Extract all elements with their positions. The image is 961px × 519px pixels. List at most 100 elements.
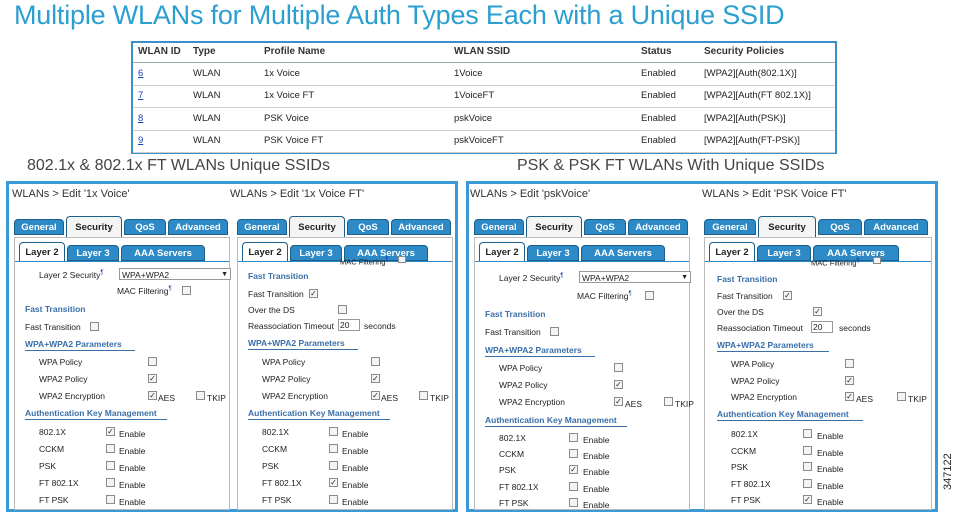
tkip-checkbox[interactable] xyxy=(419,391,428,400)
tab-layer3[interactable]: Layer 3 xyxy=(757,245,811,261)
tab-advanced[interactable]: Advanced xyxy=(168,219,228,235)
tab-security[interactable]: Security xyxy=(289,216,345,237)
wpa2-policy-checkbox[interactable]: ✓ xyxy=(845,376,854,385)
tab-general[interactable]: General xyxy=(704,219,756,235)
reassoc-timeout-input[interactable]: 20 xyxy=(338,319,360,331)
fast-transition-checkbox[interactable] xyxy=(550,327,559,336)
aes-checkbox[interactable]: ✓ xyxy=(614,397,623,406)
akm-checkbox[interactable] xyxy=(106,495,115,504)
akm-checkbox[interactable] xyxy=(106,478,115,487)
tab-qos[interactable]: QoS xyxy=(124,219,166,235)
wlan-id-link[interactable]: 9 xyxy=(138,135,143,146)
section-fast-transition: Fast Transition xyxy=(248,271,309,281)
tkip-checkbox[interactable] xyxy=(196,391,205,400)
tab-aaa-servers[interactable]: AAA Servers xyxy=(581,245,665,261)
fast-transition-checkbox[interactable]: ✓ xyxy=(783,291,792,300)
akm-checkbox[interactable]: ✓ xyxy=(569,465,578,474)
mac-filtering-checkbox[interactable] xyxy=(873,257,881,264)
type-cell: WLAN xyxy=(193,90,221,101)
enable-label: Enable xyxy=(583,484,610,494)
tab-qos[interactable]: QoS xyxy=(584,219,626,235)
tab-advanced[interactable]: Advanced xyxy=(628,219,688,235)
enable-label: Enable xyxy=(342,497,369,507)
section-fast-transition: Fast Transition xyxy=(485,309,546,319)
fast-transition-checkbox[interactable]: ✓ xyxy=(309,289,318,298)
tab-layer3[interactable]: Layer 3 xyxy=(290,245,342,261)
tab-security[interactable]: Security xyxy=(526,216,582,237)
akm-checkbox[interactable]: ✓ xyxy=(329,478,338,487)
akm-checkbox[interactable] xyxy=(803,429,812,438)
ssid-cell: 1Voice xyxy=(454,68,483,79)
table-row: 7 WLAN 1x Voice FT 1VoiceFT Enabled [WPA… xyxy=(133,85,835,108)
akm-checkbox[interactable] xyxy=(803,446,812,455)
tkip-checkbox[interactable] xyxy=(664,397,673,406)
akm-checkbox[interactable] xyxy=(803,479,812,488)
akm-checkbox[interactable] xyxy=(106,461,115,470)
wpa-policy-checkbox[interactable] xyxy=(845,359,854,368)
tab-layer3[interactable]: Layer 3 xyxy=(67,245,119,261)
over-ds-checkbox[interactable] xyxy=(338,305,347,314)
section-wpa-params: WPA+WPA2 Parameters xyxy=(717,340,814,350)
akm-checkbox[interactable] xyxy=(329,461,338,470)
tab-aaa-servers[interactable]: AAA Servers xyxy=(121,245,205,261)
tab-advanced[interactable]: Advanced xyxy=(391,219,451,235)
tab-qos[interactable]: QoS xyxy=(818,219,862,235)
tkip-checkbox[interactable] xyxy=(897,392,906,401)
akm-checkbox[interactable] xyxy=(569,482,578,491)
layer2-security-select[interactable]: WPA+WPA2 ▼ xyxy=(119,268,231,280)
enable-label: Enable xyxy=(342,446,369,456)
layer2-security-select[interactable]: WPA+WPA2 ▼ xyxy=(579,271,691,283)
akm-checkbox[interactable] xyxy=(329,427,338,436)
fast-transition-label: Fast Transition xyxy=(717,291,773,301)
mac-filtering-checkbox[interactable] xyxy=(398,256,406,263)
akm-checkbox[interactable] xyxy=(569,449,578,458)
akm-label: FT 802.1X xyxy=(731,479,771,489)
tab-layer2[interactable]: Layer 2 xyxy=(709,242,755,262)
akm-checkbox[interactable] xyxy=(329,444,338,453)
tab-general[interactable]: General xyxy=(237,219,287,235)
akm-checkbox[interactable]: ✓ xyxy=(803,495,812,504)
aes-checkbox[interactable]: ✓ xyxy=(148,391,157,400)
wlan-id-link[interactable]: 7 xyxy=(138,90,143,101)
section-wpa-params: WPA+WPA2 Parameters xyxy=(25,339,122,349)
mac-filtering-checkbox[interactable] xyxy=(645,291,654,300)
akm-checkbox[interactable] xyxy=(569,433,578,442)
wpa-policy-checkbox[interactable] xyxy=(614,363,623,372)
fast-transition-checkbox[interactable] xyxy=(90,322,99,331)
section-divider xyxy=(485,426,627,427)
wpa-policy-checkbox[interactable] xyxy=(148,357,157,366)
akm-checkbox[interactable] xyxy=(106,444,115,453)
wpa2-policy-checkbox[interactable]: ✓ xyxy=(148,374,157,383)
tab-layer3[interactable]: Layer 3 xyxy=(527,245,579,261)
wlan-id-link[interactable]: 6 xyxy=(138,68,143,79)
tkip-label: TKIP xyxy=(207,393,226,403)
tab-general[interactable]: General xyxy=(14,219,64,235)
over-ds-label: Over the DS xyxy=(248,305,295,315)
tab-layer2[interactable]: Layer 2 xyxy=(242,242,288,262)
aes-checkbox[interactable]: ✓ xyxy=(845,392,854,401)
wpa2-policy-checkbox[interactable]: ✓ xyxy=(371,374,380,383)
col-header-wlan-ssid: WLAN SSID xyxy=(454,46,511,57)
tab-layer2[interactable]: Layer 2 xyxy=(479,242,525,262)
tab-advanced[interactable]: Advanced xyxy=(864,219,928,235)
akm-checkbox[interactable] xyxy=(569,498,578,507)
policies-cell: [WPA2][Auth(PSK)] xyxy=(704,113,786,124)
wpa2-policy-checkbox[interactable]: ✓ xyxy=(614,380,623,389)
over-ds-checkbox[interactable]: ✓ xyxy=(813,307,822,316)
akm-checkbox[interactable] xyxy=(803,462,812,471)
mac-filtering-checkbox[interactable] xyxy=(182,286,191,295)
tab-layer2[interactable]: Layer 2 xyxy=(19,242,65,262)
wpa2-policy-label: WPA2 Policy xyxy=(731,376,780,386)
enable-label: Enable xyxy=(119,446,146,456)
reassoc-timeout-input[interactable]: 20 xyxy=(811,321,833,333)
tab-general[interactable]: General xyxy=(474,219,524,235)
aes-checkbox[interactable]: ✓ xyxy=(371,391,380,400)
tab-security[interactable]: Security xyxy=(66,216,122,237)
wlan-id-link[interactable]: 8 xyxy=(138,113,143,124)
akm-checkbox[interactable]: ✓ xyxy=(106,427,115,436)
akm-checkbox[interactable] xyxy=(329,495,338,504)
tab-qos[interactable]: QoS xyxy=(347,219,389,235)
tab-security[interactable]: Security xyxy=(758,216,816,237)
profile-cell: 1x Voice xyxy=(264,68,300,79)
wpa-policy-checkbox[interactable] xyxy=(371,357,380,366)
